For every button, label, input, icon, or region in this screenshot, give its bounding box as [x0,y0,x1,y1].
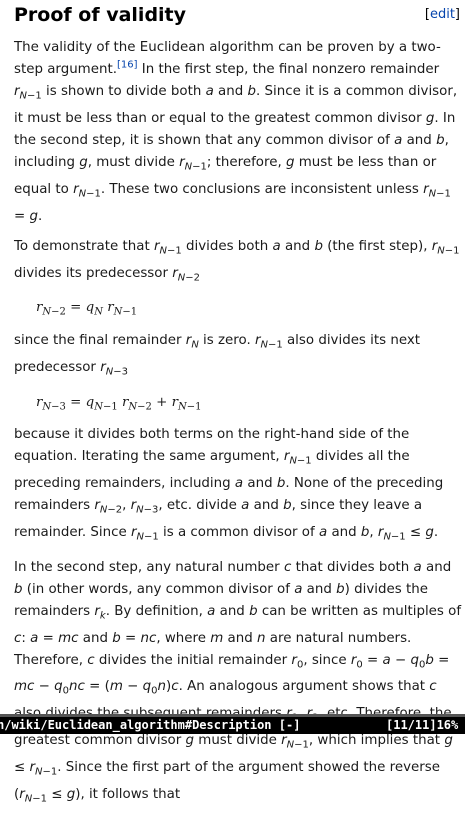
citation-16[interactable]: [16] [117,60,138,71]
edit-bracket-close: ] [454,7,460,22]
paragraph-4: because it divides both terms on the rig… [14,427,444,543]
status-url: n/wiki/Euclidean_algorithm#Description [… [0,718,301,732]
equation-2: rN−3 = qN−1 rN−2 + rN−1 [36,394,202,413]
equation-1: rN−2 = qN rN−1 [36,300,138,318]
citation-link[interactable]: [16] [117,60,138,71]
section-title: Proof of validity [14,4,187,26]
paragraph-5-lead: In the second step, any natural number [14,559,280,575]
paragraph-1-lead: The validity of the Euclidean algorithm … [14,40,441,78]
paragraph-1: The validity of the Euclidean algorithm … [14,40,458,224]
section-heading-row: Proof of validity [edit] [14,0,462,32]
paragraph-2: To demonstrate that rN−1 divides both a … [14,238,460,284]
paragraph-3: since the final remainder rN is zero. rN… [14,332,421,378]
status-position: [11/11]16% [386,718,459,732]
paragraph-3-lead: since the final remainder [14,332,182,348]
paragraph-2-lead: To demonstrate that [14,238,150,254]
paragraph-5: In the second step, any natural number c… [14,559,462,805]
article-content: Proof of validity [edit] The validity of… [14,0,462,818]
paragraph-4-lead: because it divides both terms on the rig… [14,427,410,465]
edit-link[interactable]: edit [430,7,455,22]
edit-link-wrapper: [edit] [425,7,460,22]
status-bar: n/wiki/Euclidean_algorithm#Description [… [0,717,465,734]
